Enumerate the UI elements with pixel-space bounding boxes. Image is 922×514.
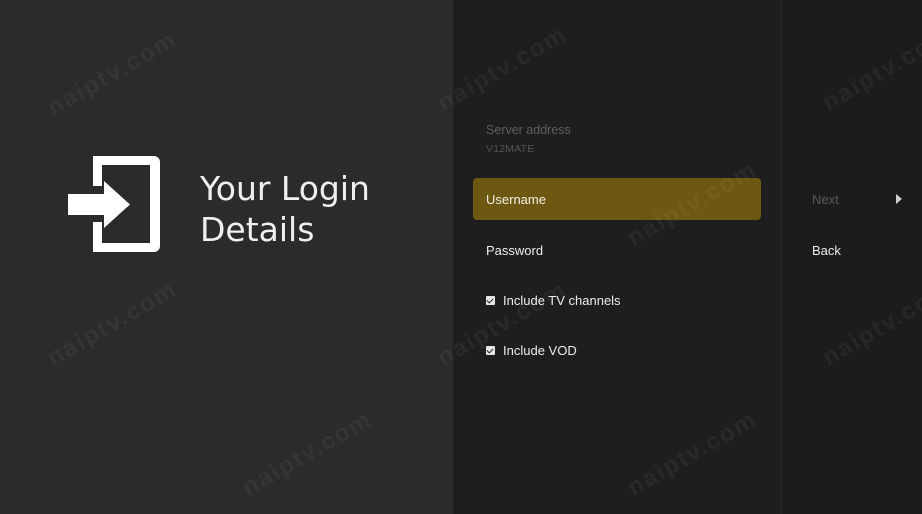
password-field[interactable]: Password	[473, 229, 761, 271]
server-address-info: Server address V12MATE	[486, 123, 571, 155]
next-button[interactable]: Next	[812, 186, 912, 212]
login-enter-icon	[68, 156, 160, 252]
password-label: Password	[486, 242, 544, 258]
guidance-panel: Your Login Details	[0, 0, 453, 514]
server-address-label: Server address	[486, 123, 571, 137]
page-title: Your Login Details	[200, 168, 440, 250]
username-field[interactable]: Username	[473, 178, 761, 220]
next-label: Next	[812, 191, 839, 207]
title-line-1: Your Login	[200, 169, 370, 208]
include-tv-channels-checkbox[interactable]: Include TV channels	[473, 279, 761, 321]
include-vod-checkbox[interactable]: Include VOD	[473, 329, 761, 371]
back-label: Back	[812, 242, 841, 258]
checkbox-checked-icon	[486, 345, 495, 355]
button-actions-panel: Next Back	[781, 0, 922, 514]
include-vod-label: Include VOD	[503, 342, 577, 358]
server-address-value: V12MATE	[486, 143, 535, 155]
login-screen: Your Login Details Server address V12MAT…	[0, 0, 922, 514]
actions-panel: Server address V12MATE Username Password…	[453, 0, 781, 514]
back-button[interactable]: Back	[812, 237, 912, 263]
play-arrow-icon	[896, 194, 902, 204]
title-line-2: Details	[200, 210, 315, 249]
username-label: Username	[486, 191, 546, 207]
checkbox-checked-icon	[486, 295, 495, 305]
include-tv-channels-label: Include TV channels	[503, 292, 621, 308]
